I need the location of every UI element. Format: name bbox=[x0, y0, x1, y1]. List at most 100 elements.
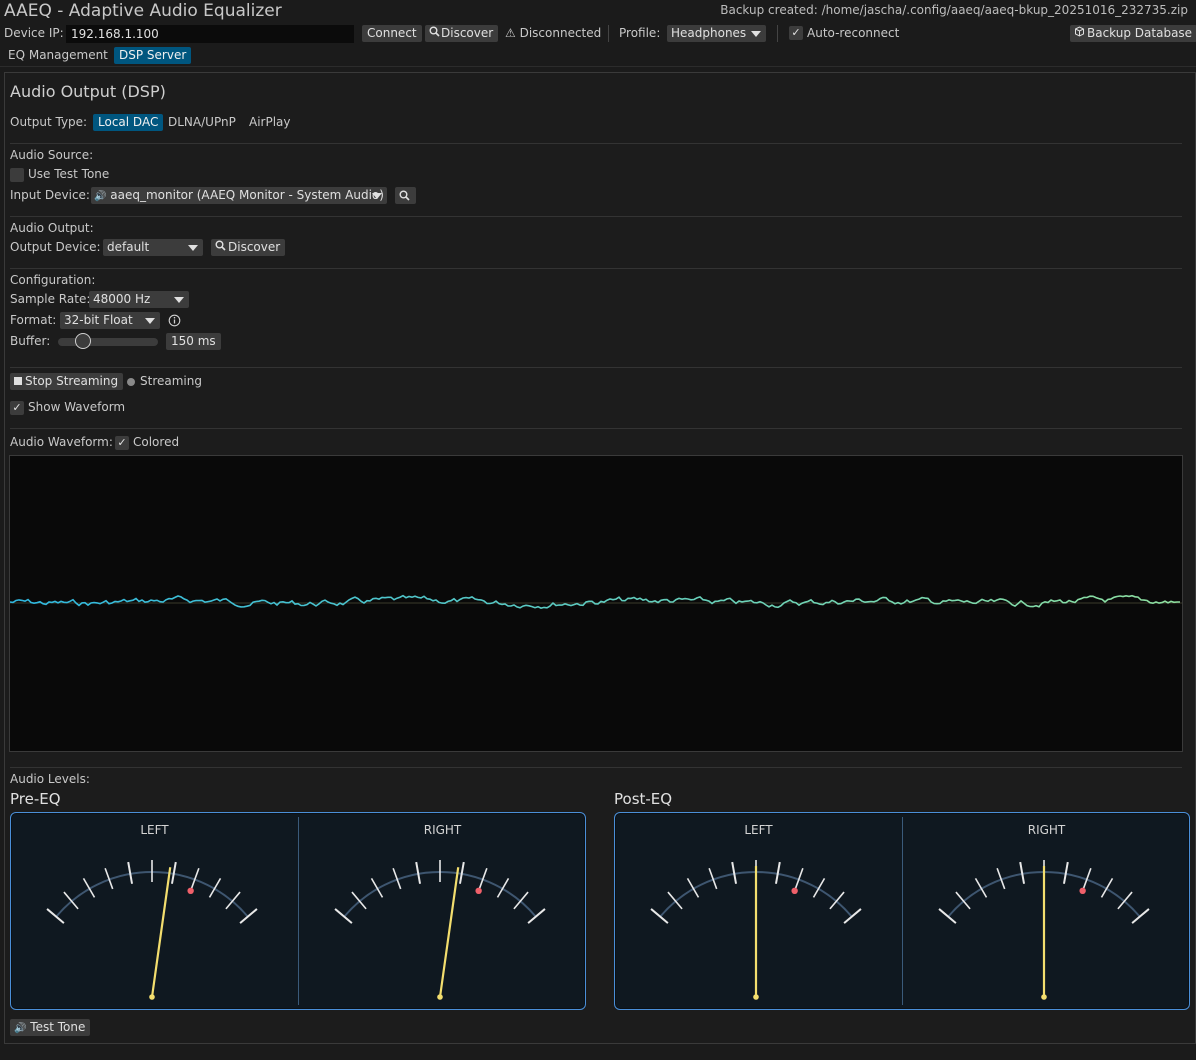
pre-eq-title: Pre-EQ bbox=[10, 790, 61, 808]
profile-label: Profile: bbox=[619, 26, 661, 40]
auto-reconnect-checkbox[interactable]: ✓ bbox=[789, 26, 803, 40]
tab-eq-management[interactable]: EQ Management bbox=[8, 47, 108, 64]
waveform-display bbox=[9, 455, 1183, 752]
show-waveform-label: Show Waveform bbox=[28, 400, 126, 414]
section-divider bbox=[10, 428, 1182, 429]
check-icon: ✓ bbox=[117, 436, 127, 449]
peak-indicator bbox=[1079, 887, 1086, 895]
output-type-airplay[interactable]: AirPlay bbox=[249, 114, 291, 131]
use-test-tone-label: Use Test Tone bbox=[28, 167, 110, 181]
output-discover-button[interactable]: Discover bbox=[211, 239, 286, 256]
colored-checkbox[interactable]: ✓ bbox=[115, 436, 129, 450]
meter-pivot bbox=[149, 994, 155, 1000]
peak-indicator bbox=[187, 887, 194, 895]
pre-eq-right-meter bbox=[334, 860, 546, 1000]
format-select[interactable]: 32-bit Float bbox=[60, 312, 160, 329]
post-eq-left-meter bbox=[650, 860, 862, 1000]
connection-status: ⚠ Disconnected bbox=[505, 25, 601, 42]
tab-divider bbox=[0, 66, 1196, 67]
audio-waveform-label: Audio Waveform: bbox=[10, 435, 113, 449]
post-eq-right-meter bbox=[938, 860, 1150, 1000]
section-divider bbox=[10, 143, 1182, 144]
section-divider bbox=[10, 367, 1182, 368]
stop-streaming-label: Stop Streaming bbox=[25, 374, 119, 388]
device-ip-label: Device IP: bbox=[4, 26, 64, 40]
audio-levels-label: Audio Levels: bbox=[10, 772, 90, 786]
connect-button[interactable]: Connect bbox=[362, 25, 422, 42]
section-divider bbox=[10, 268, 1182, 269]
meter-needle bbox=[150, 867, 172, 998]
info-icon[interactable] bbox=[168, 314, 181, 330]
search-icon bbox=[429, 25, 441, 42]
toolbar-divider bbox=[608, 25, 609, 42]
speaker-icon: 🔊 bbox=[14, 1023, 27, 1034]
backup-database-button[interactable]: Backup Database bbox=[1070, 25, 1196, 42]
output-type-local-dac[interactable]: Local DAC bbox=[93, 114, 164, 131]
window-title: AAEQ - Adaptive Audio Equalizer bbox=[4, 1, 282, 21]
pre-eq-left-meter bbox=[46, 860, 258, 1000]
test-tone-label: Test Tone bbox=[30, 1020, 86, 1034]
database-icon bbox=[1074, 25, 1087, 42]
section-divider bbox=[10, 767, 1182, 768]
sample-rate-value: 48000 Hz bbox=[93, 292, 151, 306]
waveform-plot bbox=[10, 594, 1182, 609]
output-device-label: Output Device: bbox=[10, 240, 101, 254]
meter-pivot bbox=[753, 994, 759, 1000]
test-tone-button[interactable]: 🔊 Test Tone bbox=[10, 1019, 91, 1036]
format-value: 32-bit Float bbox=[64, 313, 133, 327]
configuration-label: Configuration: bbox=[10, 273, 96, 287]
discover-button[interactable]: Discover bbox=[425, 25, 499, 42]
connection-status-text: Disconnected bbox=[519, 26, 602, 40]
post-eq-title: Post-EQ bbox=[614, 790, 673, 808]
toolbar-divider-2 bbox=[777, 25, 778, 42]
chevron-down-icon bbox=[174, 297, 184, 303]
audio-output-label: Audio Output: bbox=[10, 221, 94, 235]
output-type-label: Output Type: bbox=[10, 115, 88, 129]
device-ip-input[interactable]: 192.168.1.100 bbox=[66, 25, 354, 43]
speaker-icon: 🔊 bbox=[94, 191, 107, 202]
chevron-down-icon bbox=[751, 31, 761, 37]
streaming-status-label: Streaming bbox=[140, 374, 202, 388]
profile-select-value: Headphones bbox=[671, 26, 747, 40]
page-title: Audio Output (DSP) bbox=[10, 82, 166, 101]
meter-needle bbox=[438, 867, 460, 998]
search-icon bbox=[399, 190, 410, 201]
pre-eq-meter-panel: LEFT RIGHT bbox=[10, 812, 586, 1010]
input-device-select[interactable]: 🔊 aaeq_monitor (AAEQ Monitor - System Au… bbox=[91, 187, 387, 204]
discover-label: Discover bbox=[441, 26, 494, 40]
tab-dsp-server[interactable]: DSP Server bbox=[114, 47, 192, 64]
chevron-down-icon bbox=[188, 245, 198, 251]
stop-streaming-button[interactable]: Stop Streaming bbox=[10, 373, 124, 390]
waveform-trace bbox=[10, 594, 1180, 609]
stop-icon bbox=[14, 377, 22, 385]
section-divider bbox=[10, 216, 1182, 217]
use-test-tone-checkbox[interactable] bbox=[10, 168, 24, 182]
auto-reconnect-label: Auto-reconnect bbox=[807, 26, 900, 40]
format-label: Format: bbox=[10, 313, 57, 327]
search-icon bbox=[215, 239, 228, 256]
show-waveform-checkbox[interactable]: ✓ bbox=[10, 401, 24, 415]
backup-database-label: Backup Database bbox=[1087, 26, 1193, 40]
sample-rate-label: Sample Rate: bbox=[10, 292, 91, 306]
chevron-down-icon bbox=[372, 193, 382, 199]
output-type-dlna[interactable]: DLNA/UPnP bbox=[168, 114, 236, 131]
audio-source-label: Audio Source: bbox=[10, 148, 94, 162]
input-device-value: aaeq_monitor (AAEQ Monitor - System Audi… bbox=[110, 188, 384, 202]
sample-rate-select[interactable]: 48000 Hz bbox=[89, 291, 189, 308]
backup-status-text: Backup created: /home/jascha/.config/aae… bbox=[720, 3, 1188, 17]
buffer-value[interactable]: 150 ms bbox=[166, 333, 221, 350]
profile-select[interactable]: Headphones bbox=[667, 25, 766, 42]
streaming-status-dot bbox=[127, 378, 135, 386]
meter-pivot bbox=[1041, 994, 1047, 1000]
check-icon: ✓ bbox=[791, 26, 801, 39]
output-discover-label: Discover bbox=[228, 240, 281, 254]
peak-indicator bbox=[791, 887, 798, 895]
buffer-label: Buffer: bbox=[10, 334, 51, 348]
post-eq-meter-panel: LEFT RIGHT bbox=[614, 812, 1190, 1010]
output-device-select[interactable]: default bbox=[103, 239, 203, 256]
buffer-slider-handle[interactable] bbox=[75, 333, 91, 349]
peak-indicator bbox=[475, 887, 482, 895]
input-device-label: Input Device: bbox=[10, 188, 90, 202]
input-device-search-button[interactable] bbox=[395, 187, 416, 204]
buffer-slider-track[interactable] bbox=[58, 338, 158, 346]
